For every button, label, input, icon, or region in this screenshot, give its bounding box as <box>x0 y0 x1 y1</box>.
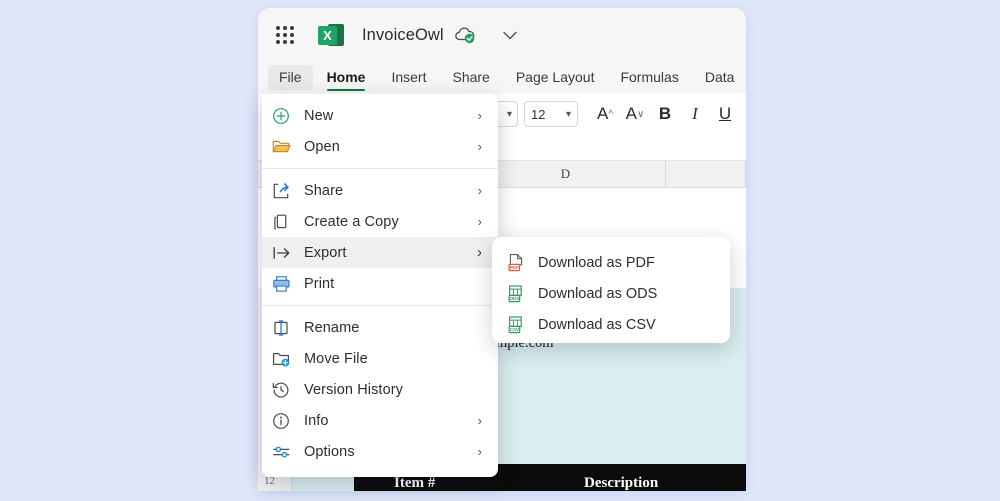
tab-file[interactable]: File <box>268 65 313 90</box>
bold-button[interactable]: B <box>650 100 680 128</box>
tab-home[interactable]: Home <box>315 65 378 93</box>
pdf-file-icon: PDF <box>506 253 530 273</box>
move-file-icon <box>272 349 298 369</box>
table-header-description: Description <box>584 475 658 491</box>
csv-file-icon: CSV <box>506 315 530 335</box>
shrink-font-label: A <box>626 104 637 124</box>
info-icon <box>272 411 298 431</box>
menu-item-label: Rename <box>304 320 359 336</box>
options-icon <box>272 442 298 462</box>
caret-down-icon: ∨ <box>637 109 644 120</box>
caret-up-icon: ^ <box>608 109 613 120</box>
chevron-right-icon: › <box>478 214 482 229</box>
submenu-item-download-as-ods[interactable]: ODS Download as ODS <box>492 278 730 309</box>
menu-item-info[interactable]: Info › <box>262 405 498 436</box>
rename-icon <box>272 318 298 338</box>
menu-item-label: New <box>304 108 333 124</box>
font-size-select[interactable]: 12 ▾ <box>524 101 578 127</box>
ods-file-icon: ODS <box>506 284 530 304</box>
share-icon <box>272 181 298 201</box>
font-name-chevron-down-icon: ▾ <box>507 109 512 120</box>
ribbon-tabs: File Home Insert Share Page Layout Formu… <box>258 62 746 93</box>
svg-text:ODS: ODS <box>510 296 520 301</box>
font-size-chevron-down-icon: ▾ <box>566 109 571 120</box>
screen: X InvoiceOwl File Home Insert Share Page… <box>0 0 1000 501</box>
copy-icon <box>272 212 298 232</box>
tab-formulas[interactable]: Formulas <box>608 65 690 93</box>
menu-item-new[interactable]: New › <box>262 100 498 131</box>
tab-insert[interactable]: Insert <box>379 65 438 93</box>
title-chevron-down-icon[interactable] <box>503 31 517 40</box>
menu-item-label: Print <box>304 276 334 292</box>
excel-icon: X <box>318 22 344 48</box>
menu-item-print[interactable]: Print <box>262 268 498 299</box>
column-header-e[interactable] <box>666 161 746 187</box>
menu-item-options[interactable]: Options › <box>262 436 498 467</box>
menu-item-open[interactable]: Open › <box>262 131 498 162</box>
submenu-item-label: Download as ODS <box>538 286 657 302</box>
menu-divider <box>262 305 498 306</box>
chevron-right-icon: › <box>478 444 482 459</box>
underline-button[interactable]: U <box>710 100 740 128</box>
menu-item-label: Info <box>304 413 329 429</box>
svg-text:PDF: PDF <box>510 265 519 270</box>
history-icon <box>272 380 298 400</box>
shrink-font-button[interactable]: A∨ <box>620 100 650 128</box>
chevron-right-icon: › <box>478 183 482 198</box>
menu-divider <box>262 168 498 169</box>
printer-icon <box>272 274 298 294</box>
menu-item-label: Move File <box>304 351 368 367</box>
cloud-saved-icon[interactable] <box>453 25 477 45</box>
document-title[interactable]: InvoiceOwl <box>362 26 444 45</box>
submenu-item-download-as-pdf[interactable]: PDF Download as PDF <box>492 247 730 278</box>
plus-circle-icon <box>272 106 298 126</box>
menu-item-version-history[interactable]: Version History <box>262 374 498 405</box>
table-header-item: Item # <box>394 475 435 491</box>
chevron-right-icon: › <box>478 139 482 154</box>
title-bar: X InvoiceOwl <box>258 8 746 62</box>
menu-item-label: Share <box>304 183 343 199</box>
export-submenu: PDF Download as PDF ODS Download as ODS <box>492 237 730 343</box>
submenu-item-download-as-csv[interactable]: CSV Download as CSV <box>492 309 730 340</box>
grow-font-button[interactable]: A^ <box>590 100 620 128</box>
file-menu: New › Open › Share › Create a Copy › <box>262 94 498 477</box>
chevron-right-icon: › <box>478 108 482 123</box>
tab-share[interactable]: Share <box>440 65 501 93</box>
menu-item-create-a-copy[interactable]: Create a Copy › <box>262 206 498 237</box>
submenu-item-label: Download as PDF <box>538 255 655 271</box>
menu-item-label: Version History <box>304 382 403 398</box>
tab-page-layout[interactable]: Page Layout <box>504 65 607 93</box>
submenu-item-label: Download as CSV <box>538 317 656 333</box>
menu-item-label: Export <box>304 245 347 261</box>
menu-item-label: Options <box>304 444 355 460</box>
svg-text:CSV: CSV <box>510 327 519 332</box>
folder-open-icon <box>272 137 298 157</box>
menu-item-share[interactable]: Share › <box>262 175 498 206</box>
chevron-right-icon: › <box>477 244 482 261</box>
chevron-right-icon: › <box>478 413 482 428</box>
menu-item-move-file[interactable]: Move File <box>262 343 498 374</box>
menu-item-label: Create a Copy <box>304 214 399 230</box>
italic-button[interactable]: I <box>680 100 710 128</box>
menu-item-label: Open <box>304 139 340 155</box>
export-icon <box>272 243 298 263</box>
menu-item-export[interactable]: Export › <box>262 237 498 268</box>
menu-item-rename[interactable]: Rename <box>262 312 498 343</box>
grow-font-label: A <box>597 104 608 124</box>
font-size-value: 12 <box>531 107 545 122</box>
tab-data[interactable]: Data <box>693 65 746 93</box>
app-grid-icon[interactable] <box>274 24 296 46</box>
